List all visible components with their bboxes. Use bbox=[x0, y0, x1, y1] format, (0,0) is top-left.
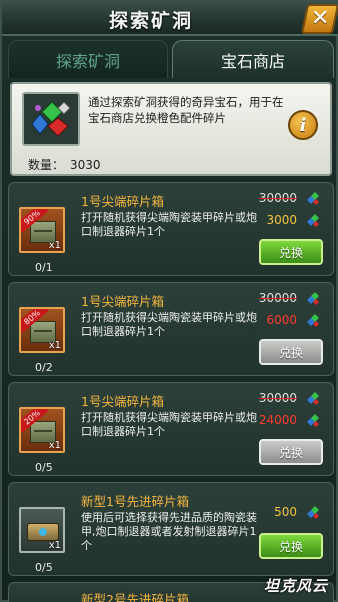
gem-currency-icon bbox=[307, 192, 319, 205]
game-window: 探索矿洞 ✕ 探索矿洞 宝石商店 通过探索矿洞获得的奇异宝石，用于在宝石商店兑换… bbox=[0, 0, 338, 602]
item-quantity: x1 bbox=[48, 540, 61, 551]
gem-quantity-label: 数量： bbox=[28, 158, 65, 172]
item-quantity: x1 bbox=[48, 340, 61, 351]
item-description: 使用后可选择获得先进品质的陶瓷装甲,炮口制退器或者发射制退器碎片1个 bbox=[81, 511, 257, 552]
gem-currency-icon bbox=[307, 214, 319, 227]
tab-gem-shop[interactable]: 宝石商店 bbox=[172, 40, 334, 78]
purchase-progress: 0/2 bbox=[35, 361, 53, 374]
current-price: 6000 bbox=[266, 313, 297, 327]
purchase-progress: 0/5 bbox=[35, 561, 53, 574]
shop-item-card: 80% x1 0/2 1号尖端碎片箱 打开随机获得尖端陶瓷装甲碎片或炮口制退器碎… bbox=[8, 282, 334, 376]
title-bar: 探索矿洞 ✕ bbox=[2, 2, 338, 36]
ammo-crate-icon[interactable]: 20% x1 bbox=[19, 407, 65, 453]
purchase-progress: 0/5 bbox=[35, 461, 53, 474]
shop-item-card: 20% x1 0/5 1号尖端碎片箱 打开随机获得尖端陶瓷装甲碎片或炮口制退器碎… bbox=[8, 382, 334, 476]
gem-description: 通过探索矿洞获得的奇异宝石，用于在宝石商店兑换橙色配件碎片 bbox=[88, 95, 284, 125]
item-description: 打开随机获得尖端陶瓷装甲碎片或炮口制退器碎片1个 bbox=[81, 211, 257, 238]
item-description: 打开随机获得尖端陶瓷装甲碎片或炮口制退器碎片1个 bbox=[81, 411, 257, 438]
item-quantity: x1 bbox=[48, 240, 61, 251]
ammo-crate-icon[interactable]: 80% x1 bbox=[19, 307, 65, 353]
original-price: 30000 bbox=[258, 191, 297, 205]
ammo-crate-icon[interactable]: 90% x1 bbox=[19, 207, 65, 253]
original-price: 30000 bbox=[258, 291, 297, 305]
gem-currency-icon bbox=[307, 292, 319, 305]
exchange-button[interactable]: 兑换 bbox=[259, 439, 323, 465]
purchase-progress: 0/1 bbox=[35, 261, 53, 274]
gem-currency-icon bbox=[307, 314, 319, 327]
current-price: 500 bbox=[274, 505, 297, 519]
current-price: 24000 bbox=[258, 413, 297, 427]
item-name: 1号尖端碎片箱 bbox=[81, 394, 164, 409]
gem-icon bbox=[22, 92, 80, 146]
gem-currency-icon bbox=[307, 414, 319, 427]
window-title: 探索矿洞 bbox=[108, 10, 193, 32]
exchange-button[interactable]: 兑换 bbox=[259, 533, 323, 559]
tab-explore-mine[interactable]: 探索矿洞 bbox=[8, 40, 168, 78]
shop-item-card: 90% x1 0/1 1号尖端碎片箱 打开随机获得尖端陶瓷装甲碎片或炮口制退器碎… bbox=[8, 182, 334, 276]
close-button[interactable]: ✕ bbox=[300, 4, 338, 34]
item-name: 1号尖端碎片箱 bbox=[81, 294, 164, 309]
gem-quantity: 数量： 3030 bbox=[28, 156, 101, 173]
game-logo-watermark: 坦克风云 bbox=[263, 577, 328, 595]
item-name: 新型2号先进碎片箱 bbox=[81, 592, 189, 602]
info-icon[interactable]: i bbox=[288, 110, 318, 140]
shop-item-list[interactable]: 90% x1 0/1 1号尖端碎片箱 打开随机获得尖端陶瓷装甲碎片或炮口制退器碎… bbox=[8, 182, 334, 602]
gem-quantity-value: 3030 bbox=[70, 158, 101, 172]
gem-currency-icon bbox=[307, 506, 319, 519]
chip-case-icon[interactable]: x1 bbox=[19, 507, 65, 553]
chip-graphic bbox=[27, 523, 59, 541]
gem-info-panel: 通过探索矿洞获得的奇异宝石，用于在宝石商店兑换橙色配件碎片 数量： 3030 i bbox=[10, 82, 332, 176]
current-price: 3000 bbox=[266, 213, 297, 227]
gem-currency-icon bbox=[307, 392, 319, 405]
original-price: 30000 bbox=[258, 391, 297, 405]
shop-item-card: x1 0/5 新型1号先进碎片箱 使用后可选择获得先进品质的陶瓷装甲,炮口制退器… bbox=[8, 482, 334, 576]
item-name: 1号尖端碎片箱 bbox=[81, 194, 164, 209]
item-description: 打开随机获得尖端陶瓷装甲碎片或炮口制退器碎片1个 bbox=[81, 311, 257, 338]
exchange-button[interactable]: 兑换 bbox=[259, 239, 323, 265]
item-quantity: x1 bbox=[48, 440, 61, 451]
item-name: 新型1号先进碎片箱 bbox=[81, 494, 189, 509]
exchange-button[interactable]: 兑换 bbox=[259, 339, 323, 365]
close-icon: ✕ bbox=[310, 6, 330, 31]
